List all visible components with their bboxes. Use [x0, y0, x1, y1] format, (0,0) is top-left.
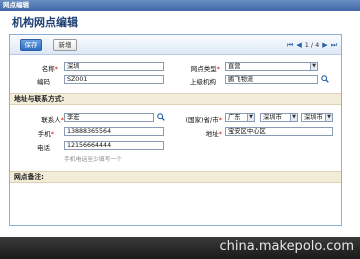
chevron-down-icon: ▼	[290, 114, 297, 121]
city-select[interactable]: 深圳市 ▼	[301, 113, 333, 122]
chevron-down-icon: ▼	[247, 114, 254, 121]
new-button[interactable]: 新增	[53, 39, 77, 51]
first-page-icon[interactable]: ⏮	[287, 40, 293, 50]
prev-page-icon[interactable]: ◀	[296, 40, 301, 50]
name-label: 名称*	[41, 65, 58, 73]
window-title: 网点编辑	[3, 1, 29, 9]
edit-panel: 保存 新增 ⏮ ◀ 1 / 4 ▶ ⏭ 名称* 深圳 编码 SZ001 网点类型…	[9, 34, 342, 226]
contact-label: 联系人*	[41, 116, 64, 124]
type-label: 网点类型*	[190, 65, 220, 73]
next-page-icon[interactable]: ▶	[322, 40, 327, 50]
country-select[interactable]: 广东 ▼	[225, 113, 255, 122]
address-label: 地址*	[205, 130, 222, 138]
save-button[interactable]: 保存	[20, 39, 42, 51]
page-title: 机构网点编辑	[12, 16, 78, 29]
parent-label: 上级机构	[190, 78, 216, 86]
toolbar: 保存 新增 ⏮ ◀ 1 / 4 ▶ ⏭	[10, 35, 341, 55]
address-field[interactable]: 宝安区中心区	[225, 127, 333, 136]
watermark: china.makepolo.com	[219, 239, 354, 254]
pager: ⏮ ◀ 1 / 4 ▶ ⏭	[287, 40, 337, 50]
name-field[interactable]: 深圳	[64, 62, 164, 71]
last-page-icon[interactable]: ⏭	[331, 40, 337, 50]
phone-label: 电话	[37, 144, 50, 152]
region-label: (国家)省/市*	[185, 116, 222, 124]
chevron-down-icon: ▼	[325, 114, 332, 121]
type-select[interactable]: 直营 ▼	[225, 62, 318, 71]
page-indicator: 1 / 4	[304, 41, 320, 49]
contact-hint: 手机电话至少填写一个	[64, 157, 122, 163]
contact-field[interactable]: 李宏	[64, 113, 154, 122]
phone-field[interactable]: 12156664444	[64, 141, 164, 150]
mobile-label: 手机*	[37, 130, 54, 138]
parent-field[interactable]: 鹏飞物流	[225, 75, 318, 84]
chevron-down-icon: ▼	[310, 63, 317, 70]
code-label: 编码	[37, 78, 50, 86]
contact-search-icon[interactable]	[157, 113, 165, 121]
notes-section-header: 网点备注:	[10, 171, 341, 183]
window-title-bar: 网点编辑	[0, 0, 360, 11]
address-section-header: 地址与联系方式:	[10, 93, 341, 105]
search-icon[interactable]	[321, 75, 329, 83]
code-field[interactable]: SZ001	[64, 75, 164, 84]
mobile-field[interactable]: 13888365564	[64, 127, 164, 136]
province-select[interactable]: 深圳市 ▼	[260, 113, 298, 122]
